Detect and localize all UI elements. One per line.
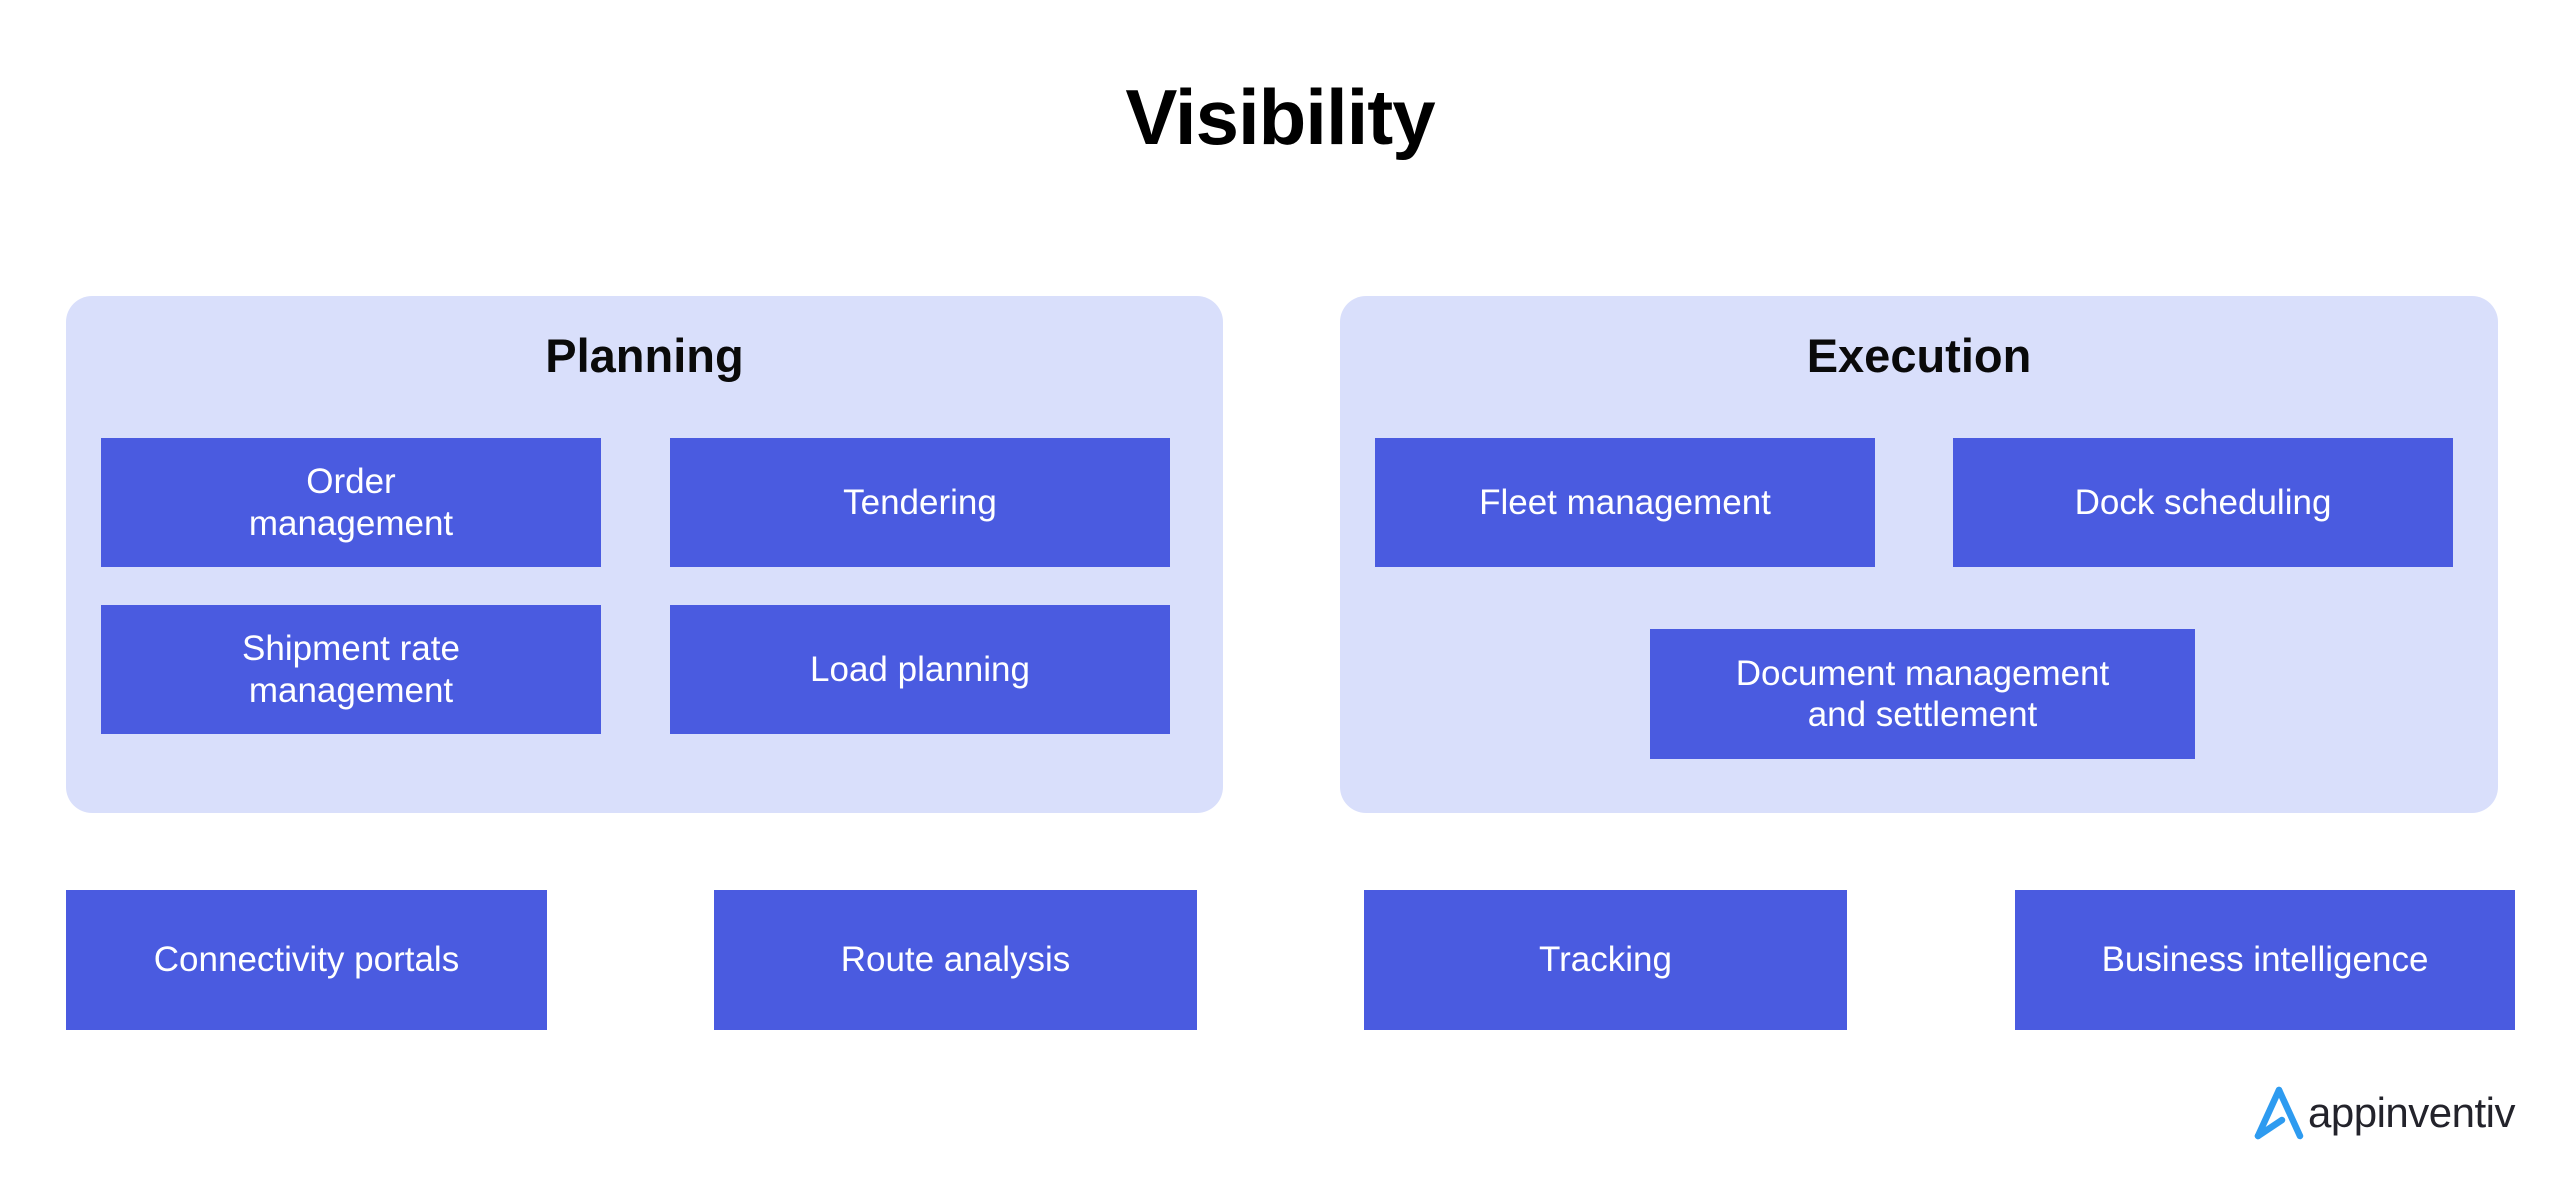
group-panel-execution: Execution Fleet management Dock scheduli… bbox=[1340, 296, 2498, 813]
tile-fleet-management[interactable]: Fleet management bbox=[1375, 438, 1875, 567]
group-panel-planning: Planning Order management Tendering Ship… bbox=[66, 296, 1223, 813]
page-title: Visibility bbox=[1125, 73, 1435, 161]
group-title-execution: Execution bbox=[1806, 329, 2032, 382]
tile-shipment-rate-management[interactable]: Shipment rate management bbox=[101, 605, 601, 734]
tile-order-management[interactable]: Order management bbox=[101, 438, 601, 567]
tile-document-management-and-settlement[interactable]: Document management and settlement bbox=[1650, 629, 2195, 759]
brand-wordmark: appinventiv bbox=[2308, 1089, 2515, 1136]
bar-business-intelligence[interactable]: Business intelligence bbox=[2015, 890, 2515, 1030]
appinventiv-a-chevron-icon bbox=[2254, 1086, 2304, 1140]
group-title-planning: Planning bbox=[545, 329, 744, 382]
bar-tracking[interactable]: Tracking bbox=[1364, 890, 1847, 1030]
bar-connectivity-portals[interactable]: Connectivity portals bbox=[66, 890, 547, 1030]
bar-route-analysis[interactable]: Route analysis bbox=[714, 890, 1197, 1030]
tile-load-planning[interactable]: Load planning bbox=[670, 605, 1170, 734]
brand-logo: appinventiv bbox=[2252, 1086, 2521, 1140]
tile-tendering[interactable]: Tendering bbox=[670, 438, 1170, 567]
tile-dock-scheduling[interactable]: Dock scheduling bbox=[1953, 438, 2453, 567]
